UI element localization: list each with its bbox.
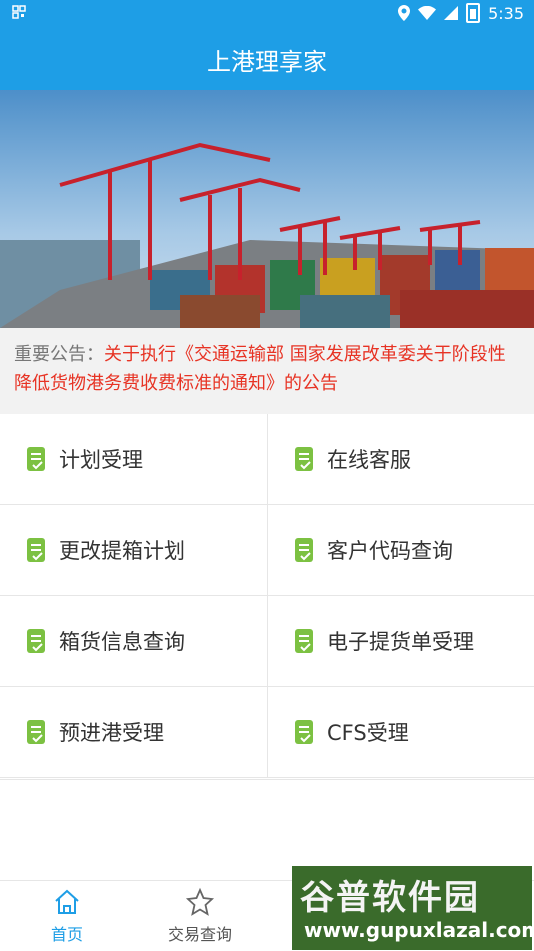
tab-home[interactable]: 首页	[2, 881, 132, 951]
menu-item-change-pickup-plan[interactable]: 更改提箱计划	[0, 505, 267, 596]
star-icon	[185, 887, 215, 916]
watermark-title: 谷普软件园	[300, 878, 480, 918]
menu-item-customer-code-query[interactable]: 客户代码查询	[267, 505, 534, 596]
menu-item-cfs[interactable]: CFS受理	[267, 687, 534, 778]
watermark: 谷普软件园 www.gupuxlazal.com	[292, 866, 534, 950]
menu-item-cargo-info-query[interactable]: 箱货信息查询	[0, 596, 267, 687]
wifi-icon	[418, 6, 437, 20]
document-check-icon	[295, 447, 313, 471]
signal-icon	[444, 6, 459, 20]
document-check-icon	[295, 720, 313, 744]
tab-label: 交易查询	[167, 925, 232, 944]
menu-item-label: 电子提货单受理	[327, 630, 474, 654]
document-check-icon	[295, 538, 313, 562]
status-bar: 5:35	[0, 0, 534, 28]
menu-item-label: 更改提箱计划	[59, 539, 185, 563]
status-time: 5:35	[488, 3, 524, 23]
home-icon	[55, 889, 79, 914]
menu-item-plan-acceptance[interactable]: 计划受理	[0, 414, 267, 505]
menu-item-label: 在线客服	[327, 448, 411, 472]
announcement-label: 重要公告：	[14, 344, 104, 365]
page-title: 上港理享家	[207, 47, 327, 76]
menu-item-label: 箱货信息查询	[59, 630, 185, 654]
menu-item-pre-entry[interactable]: 预进港受理	[0, 687, 267, 778]
banner-image[interactable]	[0, 90, 534, 328]
menu-item-label: 预进港受理	[59, 721, 164, 745]
menu-item-label: 计划受理	[59, 448, 143, 472]
tab-label: 首页	[50, 925, 83, 944]
document-check-icon	[295, 629, 313, 653]
location-icon	[398, 5, 411, 21]
announcement[interactable]: 重要公告：关于执行《交通运输部 国家发展改革委关于阶段性降低货物港务费收费标准的…	[0, 328, 534, 414]
document-check-icon	[27, 720, 45, 744]
qr-scan-icon	[12, 5, 26, 23]
menu-item-e-delivery-order[interactable]: 电子提货单受理	[267, 596, 534, 687]
menu-item-online-service[interactable]: 在线客服	[267, 414, 534, 505]
menu-item-label: CFS受理	[327, 721, 409, 745]
battery-icon	[466, 3, 481, 23]
app-bar: 上港理享家	[0, 28, 534, 90]
watermark-url: www.gupuxlazal.com	[304, 918, 534, 942]
tab-transaction-query[interactable]: 交易查询	[135, 881, 265, 951]
document-check-icon	[27, 629, 45, 653]
document-check-icon	[27, 447, 45, 471]
document-check-icon	[27, 538, 45, 562]
menu-item-label: 客户代码查询	[327, 539, 453, 563]
menu-grid: 计划受理 在线客服 更改提箱计划 客户代码查询 箱货信息查询 电子提货单受理 预…	[0, 414, 534, 780]
